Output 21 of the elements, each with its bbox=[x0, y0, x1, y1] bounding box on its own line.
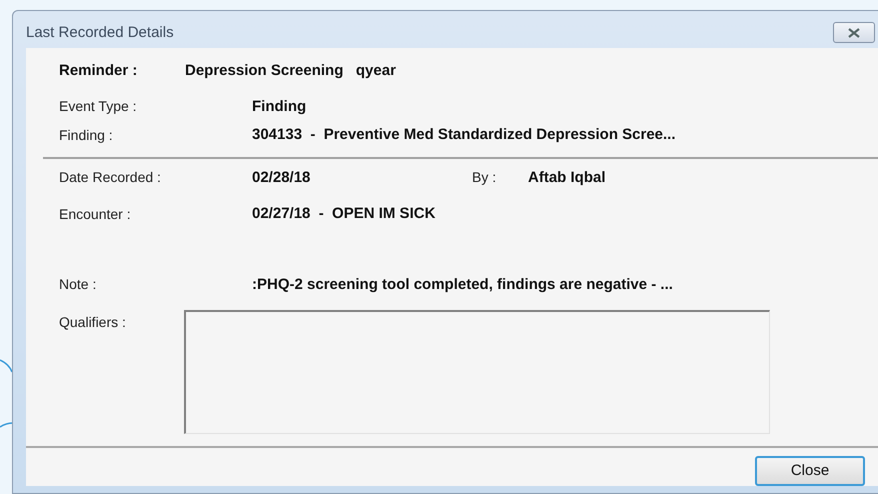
reminder-value: Depression Screening qyear bbox=[185, 61, 396, 81]
close-dialog-button[interactable]: Close bbox=[755, 456, 865, 486]
field-label: Qualifiers : bbox=[59, 313, 127, 332]
field-label: Finding : bbox=[59, 126, 114, 145]
field-value: 304133 - Preventive Med Standardized Depression Scree... bbox=[252, 125, 676, 145]
window-title: Last Recorded Details bbox=[26, 23, 174, 44]
reminder-label: Reminder : bbox=[59, 61, 138, 81]
field-label: By : bbox=[472, 168, 498, 188]
field-value: 02/27/18 - OPEN IM SICK bbox=[252, 204, 436, 224]
field-value: 02/28/18 bbox=[252, 168, 312, 188]
field-value: Finding bbox=[252, 96, 306, 116]
background-curve-drawing bbox=[0, 422, 13, 428]
field-label: Event Type : bbox=[59, 97, 138, 116]
field-label: Date Recorded : bbox=[59, 168, 162, 188]
background-curve-drawing bbox=[0, 359, 13, 373]
close-button[interactable] bbox=[833, 22, 875, 43]
field-label: Note : bbox=[59, 275, 98, 294]
field-label: Encounter : bbox=[59, 204, 132, 224]
field-value: Aftab Iqbal bbox=[528, 168, 606, 188]
field-value: :PHQ-2 screening tool completed, findings are negative - ... bbox=[252, 274, 673, 294]
close-icon bbox=[847, 28, 861, 38]
